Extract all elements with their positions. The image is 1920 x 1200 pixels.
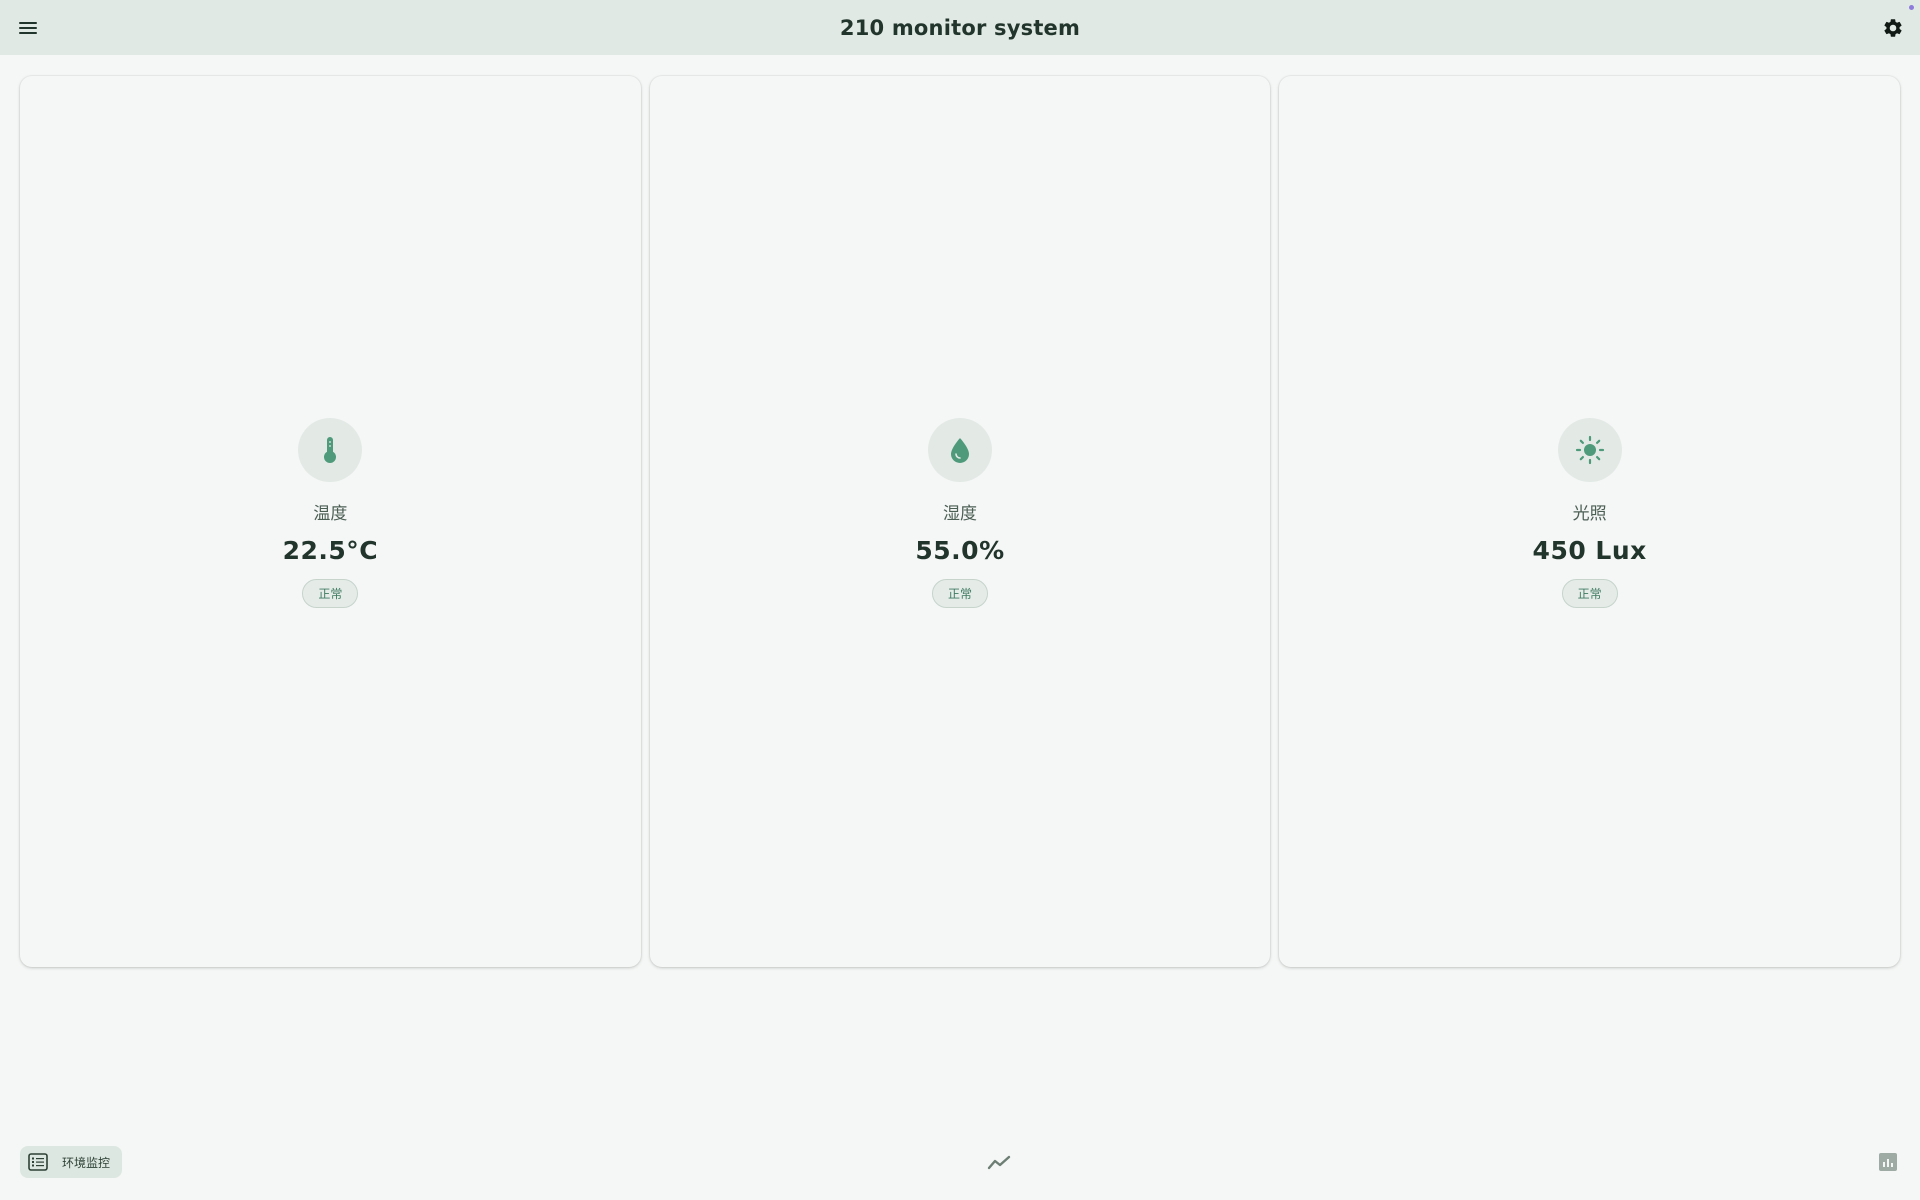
humidity-card[interactable]: 湿度 55.0% 正常: [649, 76, 1271, 967]
status-badge: 正常: [932, 578, 988, 608]
page-title: 210 monitor system: [839, 15, 1081, 40]
sensor-icon-circle: [298, 417, 363, 482]
sun-icon: [1575, 435, 1604, 464]
nav-item-environment-monitor[interactable]: 环境监控: [20, 1146, 123, 1178]
settings-button[interactable]: [1865, 0, 1920, 55]
sensor-icon-circle: [1557, 417, 1622, 482]
sensor-value: 55.0%: [915, 535, 1005, 565]
sensor-label: 光照: [1572, 503, 1607, 524]
thermometer-icon: [324, 436, 337, 463]
sensor-value: 450 Lux: [1532, 535, 1647, 565]
gear-icon: [1883, 18, 1902, 37]
notification-dot: [1909, 5, 1914, 10]
status-badge: 正常: [302, 578, 359, 608]
menu-button[interactable]: [0, 0, 55, 55]
water-drop-icon: [951, 437, 969, 463]
sensor-label: 湿度: [943, 503, 977, 524]
menu-icon: [18, 21, 37, 34]
app-bar: 210 monitor system: [0, 0, 1920, 55]
bottom-nav: 环境监控: [0, 1140, 1920, 1184]
sensor-icon-circle: [928, 417, 992, 482]
sensor-label: 温度: [313, 503, 348, 524]
app-window: 210 monitor system 温度 22.5°C 正常 湿度 55.0%…: [0, 0, 1920, 1200]
status-badge: 正常: [1561, 578, 1618, 608]
nav-item-label: 环境监控: [62, 1155, 111, 1170]
light-card[interactable]: 光照 450 Lux 正常: [1279, 76, 1901, 967]
trend-icon: [987, 1155, 1011, 1170]
nav-item-chart[interactable]: [1874, 1148, 1902, 1176]
list-icon: [28, 1153, 48, 1171]
sensor-cards: 温度 22.5°C 正常 湿度 55.0% 正常 光照 450 Lux 正常: [20, 76, 1901, 967]
nav-item-trend[interactable]: [983, 1148, 1015, 1176]
sensor-value: 22.5°C: [282, 535, 379, 565]
bar-chart-icon: [1879, 1153, 1897, 1171]
temperature-card[interactable]: 温度 22.5°C 正常: [20, 76, 641, 967]
